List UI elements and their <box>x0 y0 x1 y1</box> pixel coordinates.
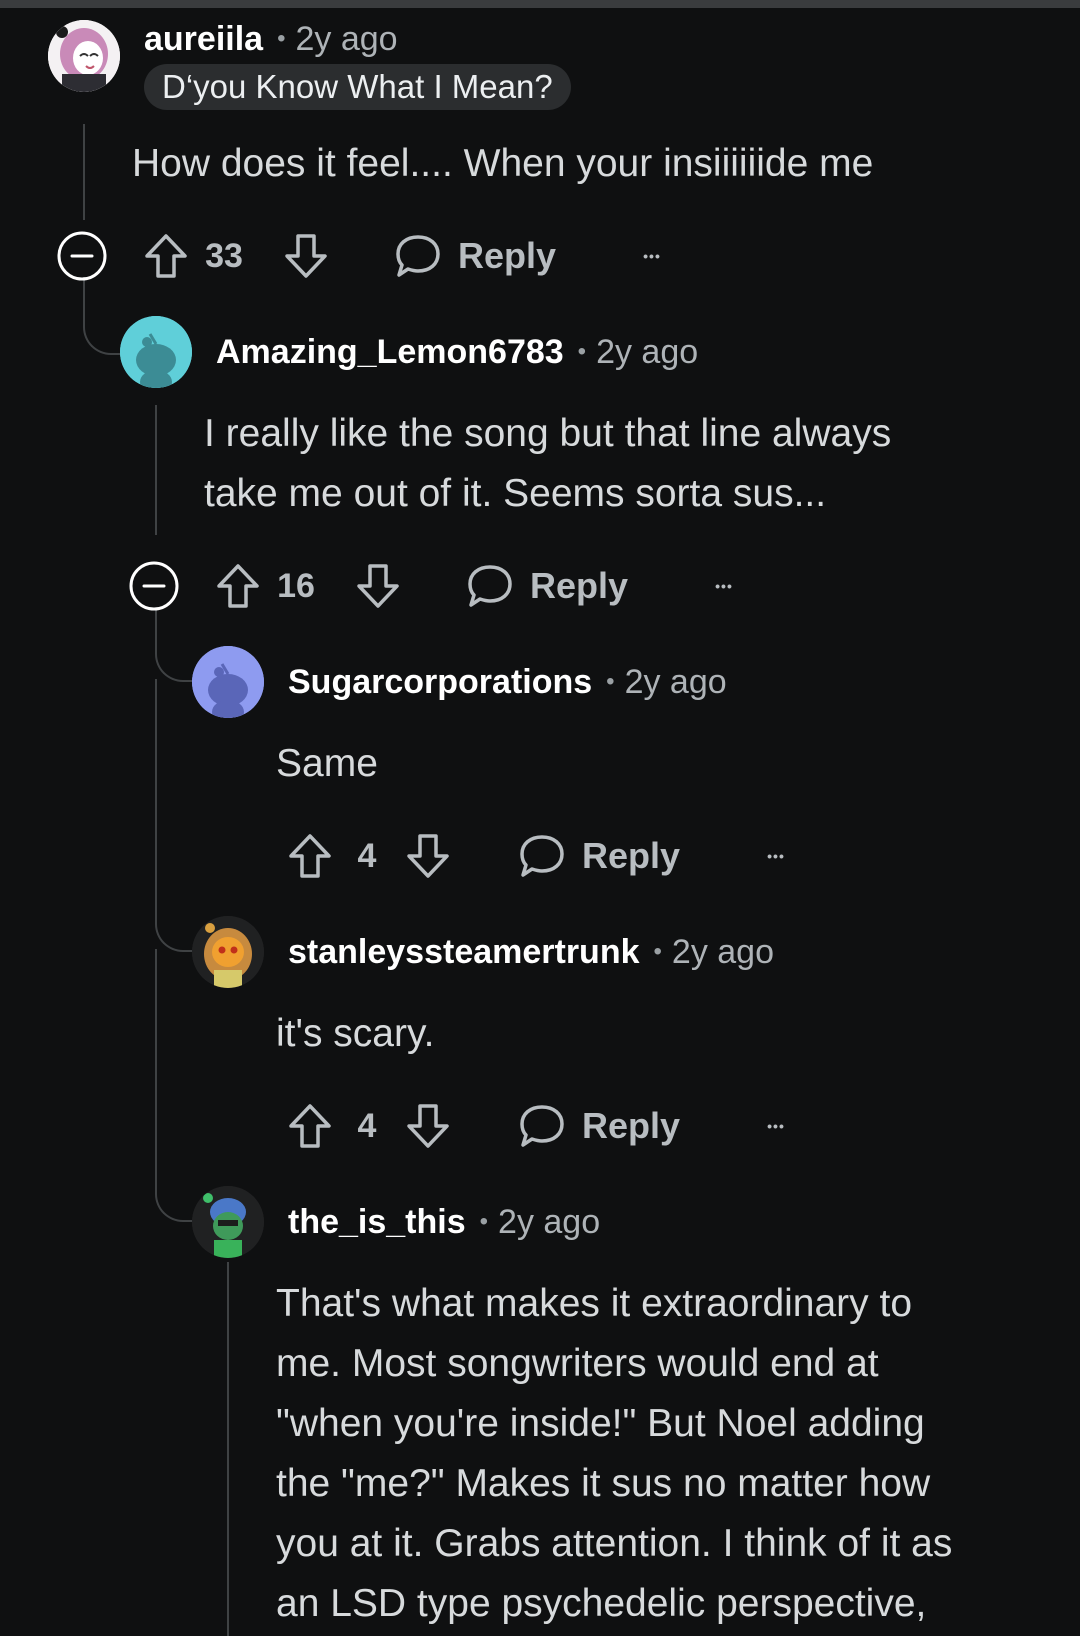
comment-actions: 4 Reply ••• <box>286 826 806 886</box>
timestamp: 2y ago <box>295 19 398 58</box>
timestamp: 2y ago <box>624 662 727 701</box>
reply-button[interactable]: Reply <box>458 226 556 286</box>
comment-meta: aureiila • 2y ago <box>144 17 398 61</box>
avatar-image <box>120 316 192 388</box>
thread-line <box>155 949 157 1189</box>
username[interactable]: Sugarcorporations <box>288 663 592 702</box>
timestamp: 2y ago <box>596 332 699 371</box>
vote-count: 16 <box>277 566 315 605</box>
thread-connector <box>83 277 121 355</box>
thread-line <box>227 1262 229 1636</box>
thread-connector <box>155 1170 193 1222</box>
avatar[interactable] <box>192 1186 264 1258</box>
comment-body-line: me. Most songwriters would end at <box>276 1342 879 1385</box>
avatar[interactable] <box>48 20 120 92</box>
vote-count: 33 <box>205 236 243 275</box>
avatar[interactable] <box>192 646 264 718</box>
username[interactable]: the_is_this <box>288 1203 466 1242</box>
upvote-icon[interactable] <box>286 1096 334 1156</box>
more-options-icon[interactable]: ••• <box>756 826 796 886</box>
comment-body-line: That's what makes it extraordinary to <box>276 1282 913 1325</box>
reply-icon[interactable] <box>394 226 442 286</box>
comment-actions: 4 Reply ••• <box>286 1096 806 1156</box>
reply-button[interactable]: Reply <box>582 1096 680 1156</box>
timestamp: 2y ago <box>671 932 775 971</box>
avatar[interactable] <box>120 316 192 388</box>
meta-separator: • <box>277 25 286 52</box>
reply-icon[interactable] <box>518 1096 566 1156</box>
comment-body: How does it feel.... When your insiiiiii… <box>132 142 874 185</box>
comment-body: Same <box>276 742 378 785</box>
avatar-image <box>192 916 264 988</box>
comment-body-line: "when you're inside!" But Noel adding <box>276 1402 925 1445</box>
collapse-icon[interactable] <box>56 226 108 286</box>
comment-meta: Sugarcorporations • 2y ago <box>288 660 727 704</box>
vote-count: 4 <box>357 836 377 875</box>
meta-separator: • <box>577 338 587 365</box>
reply-button[interactable]: Reply <box>582 826 680 886</box>
comment-body: That's what makes it extraordinary to me… <box>276 1274 952 1634</box>
username[interactable]: Amazing_Lemon6783 <box>216 333 564 372</box>
timestamp: 2y ago <box>498 1202 601 1241</box>
comment-body: it's scary. <box>276 1012 435 1055</box>
username[interactable]: aureiila <box>144 20 263 59</box>
top-divider <box>0 0 1080 8</box>
comment-body-line: you at it. Grabs attention. I think of i… <box>276 1522 953 1565</box>
comment-actions: 16 Reply ••• <box>128 556 768 616</box>
upvote-icon[interactable] <box>142 226 190 286</box>
thread-line <box>155 405 157 535</box>
avatar-image <box>192 1186 264 1258</box>
comment-meta: the_is_this • 2y ago <box>288 1200 600 1244</box>
avatar[interactable] <box>192 916 264 988</box>
reply-icon[interactable] <box>518 826 566 886</box>
thread-connector <box>155 609 193 682</box>
reply-icon[interactable] <box>466 556 514 616</box>
thread-line <box>155 679 157 919</box>
collapse-icon[interactable] <box>128 556 180 616</box>
avatar-image <box>48 20 120 92</box>
downvote-icon[interactable] <box>404 1096 452 1156</box>
comment-actions: 33 Reply ••• <box>56 226 696 286</box>
downvote-icon[interactable] <box>282 226 330 286</box>
comment-body-line: I really like the song but that line alw… <box>204 412 892 455</box>
comment-thread: aureiila • 2y ago D‘you Know What I Mean… <box>0 0 1080 1636</box>
comment-body-line: an LSD type psychedelic perspective, <box>276 1582 927 1625</box>
downvote-icon[interactable] <box>354 556 402 616</box>
comment-body: I really like the song but that line alw… <box>204 404 891 524</box>
downvote-icon[interactable] <box>404 826 452 886</box>
comment-meta: Amazing_Lemon6783 • 2y ago <box>216 330 698 374</box>
reply-button[interactable]: Reply <box>530 556 628 616</box>
comment-body-line: take me out of it. Seems sorta sus... <box>204 472 827 515</box>
avatar-image <box>192 646 264 718</box>
thread-line <box>83 124 85 220</box>
comment-body-line: the "me?" Makes it sus no matter how <box>276 1462 931 1505</box>
meta-separator: • <box>653 938 662 965</box>
more-options-icon[interactable]: ••• <box>756 1096 796 1156</box>
upvote-icon[interactable] <box>214 556 262 616</box>
upvote-icon[interactable] <box>286 826 334 886</box>
more-options-icon[interactable]: ••• <box>632 226 672 286</box>
meta-separator: • <box>479 1208 489 1235</box>
meta-separator: • <box>606 668 615 695</box>
vote-count: 4 <box>357 1106 377 1145</box>
more-options-icon[interactable]: ••• <box>704 556 744 616</box>
comment-meta: stanleyssteamertrunk • 2y ago <box>288 930 774 974</box>
username[interactable]: stanleyssteamertrunk <box>288 933 640 972</box>
user-flair: D‘you Know What I Mean? <box>144 64 571 110</box>
thread-connector <box>155 900 193 952</box>
